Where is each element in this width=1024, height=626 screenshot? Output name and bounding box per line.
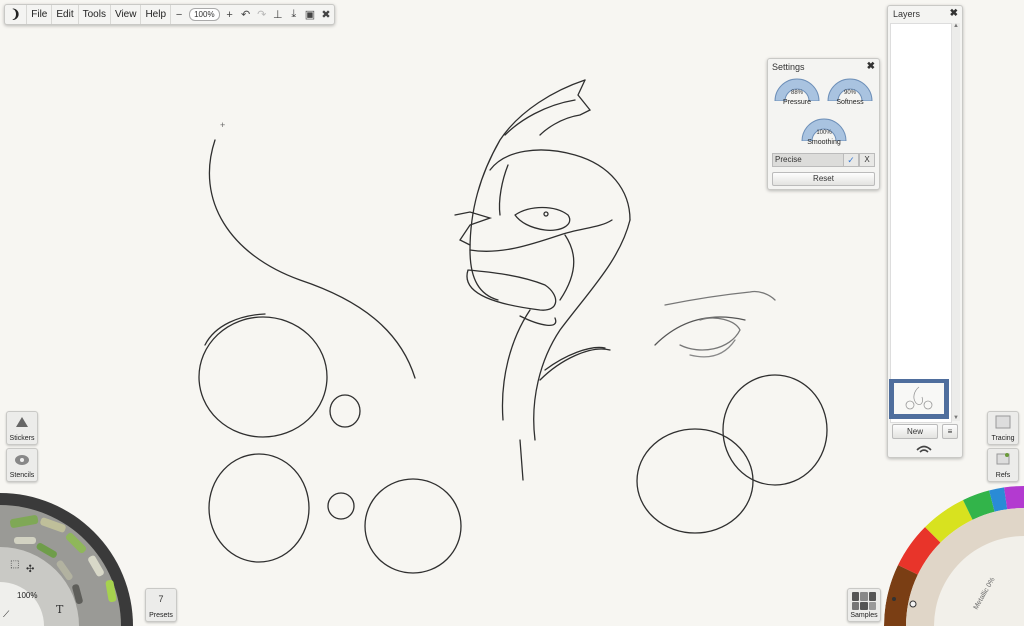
tracing-button[interactable]: Tracing (987, 411, 1019, 445)
settings-panel: Settings ✖ 88% Pressure 90% Softness 100… (767, 58, 880, 190)
samples-icon (852, 592, 876, 610)
smoothing-label: Smoothing (807, 139, 841, 146)
menu-tools[interactable]: Tools (79, 5, 111, 24)
zoom-in-button[interactable]: + (222, 9, 238, 21)
smoothing-dial[interactable]: 100% Smoothing (800, 115, 848, 151)
canvas-position-icon[interactable]: ⊥ (270, 8, 286, 21)
tracing-label: Tracing (991, 435, 1015, 442)
zoom-level[interactable]: 100% (189, 8, 220, 21)
scroll-up-icon[interactable]: ▲ (952, 23, 960, 29)
undo-icon[interactable]: ↶ (238, 8, 254, 21)
new-layer-button[interactable]: New (892, 424, 938, 439)
close-x-icon[interactable]: ✖ (318, 8, 334, 21)
preset-select[interactable]: Precise (772, 153, 846, 167)
color-picker[interactable]: Metallic 0% (884, 486, 1024, 626)
transform-tool-icon: ✣ (26, 564, 34, 575)
refs-label: Refs (995, 472, 1011, 479)
stencils-label: Stencils (9, 472, 35, 479)
menu-view[interactable]: View (111, 5, 142, 24)
menu-help[interactable]: Help (141, 5, 172, 24)
stencils-icon (15, 455, 29, 465)
sketch-strokes (198, 79, 828, 574)
layer-item-selected[interactable] (889, 379, 949, 419)
redo-icon[interactable]: ↷ (254, 8, 270, 21)
presets-button[interactable]: 7 Presets (145, 588, 177, 622)
reset-button[interactable]: Reset (772, 172, 875, 186)
samples-label: Samples (850, 612, 878, 619)
hue-selector[interactable] (909, 600, 917, 608)
softness-label: Softness (836, 99, 864, 106)
scroll-down-icon[interactable]: ▼ (952, 415, 960, 421)
pressure-value: 88% (790, 90, 803, 96)
samples-button[interactable]: Samples (847, 588, 881, 622)
menu-edit[interactable]: Edit (52, 5, 79, 24)
pin-icon (996, 453, 1010, 465)
stickers-button[interactable]: Stickers (6, 411, 38, 445)
layer-options-icon[interactable] (914, 442, 934, 454)
refs-button[interactable]: Refs (987, 448, 1019, 482)
softness-value: 90% (843, 90, 856, 96)
stickers-icon (16, 417, 28, 427)
presets-count: 7 (158, 594, 164, 604)
menu-bar: ❩ File Edit Tools View Help − 100% + ↶ ↷… (4, 4, 335, 25)
smoothing-value: 100% (816, 130, 832, 136)
tool-wheel[interactable]: ⬚ ✣ ⟋ T 100% (0, 487, 140, 626)
layers-title: Layers (893, 9, 921, 19)
reference-icon[interactable]: ▣ (302, 8, 318, 21)
cursor-crosshair-icon: + (220, 120, 225, 130)
zoom-out-button[interactable]: − (171, 9, 187, 21)
layers-list (890, 23, 952, 423)
stickers-label: Stickers (9, 435, 35, 442)
menu-file[interactable]: File (27, 5, 53, 24)
pressure-label: Pressure (782, 99, 811, 106)
tracing-icon (995, 415, 1011, 429)
presets-label: Presets (149, 612, 173, 619)
confirm-preset-icon[interactable]: ✓ (843, 153, 859, 167)
import-icon[interactable]: ⤓ (286, 8, 302, 21)
layers-close-icon[interactable]: ✖ (950, 8, 958, 19)
softness-dial[interactable]: 90% Softness (826, 75, 874, 111)
brush-size-icon: ⟋ (3, 609, 10, 619)
stencils-button[interactable]: Stencils (6, 448, 38, 482)
text-tool[interactable]: T (56, 603, 64, 616)
settings-title: Settings (772, 62, 805, 72)
settings-close-icon[interactable]: ✖ (867, 61, 875, 72)
cancel-preset-button[interactable]: X (859, 153, 875, 167)
layer-thumbnail (894, 383, 944, 414)
layers-scrollbar[interactable]: ▲ ▼ (951, 23, 960, 421)
layer-menu-icon[interactable]: ≡ (942, 424, 958, 439)
brush-size-value: 100% (17, 591, 37, 600)
pressure-dial[interactable]: 88% Pressure (773, 75, 821, 111)
artrage-logo-icon[interactable]: ❩ (5, 5, 28, 24)
selection-tool-icon: ⬚ (10, 559, 19, 570)
layers-panel: Layers ✖ ▲ ▼ New ≡ (887, 5, 963, 458)
